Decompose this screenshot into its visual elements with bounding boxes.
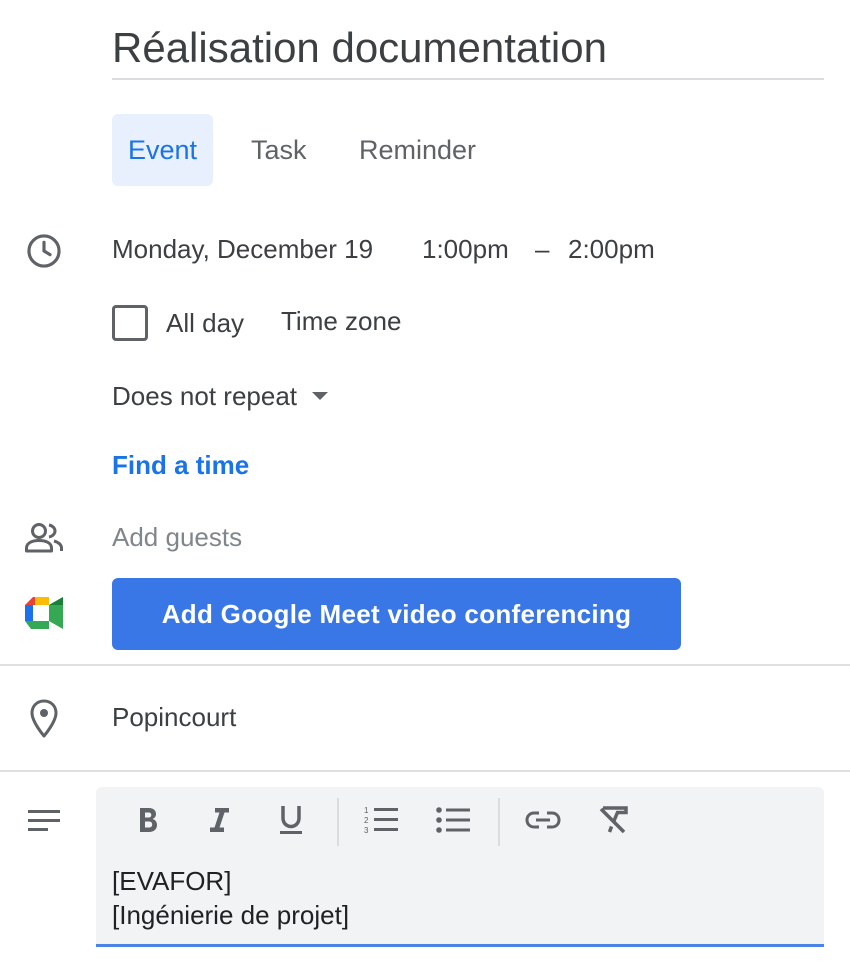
end-time-field[interactable]: 2:00pm [568,234,655,265]
svg-text:1: 1 [364,806,369,815]
toolbar-separator [337,798,339,846]
description-line: [Ingénierie de projet] [112,900,350,930]
bold-icon[interactable] [126,798,170,842]
tab-reminder[interactable]: Reminder [343,114,492,186]
repeat-dropdown[interactable]: Does not repeat [112,376,329,416]
all-day-label: All day [166,308,245,338]
all-day-checkbox[interactable] [112,305,148,341]
start-time-field[interactable]: 1:00pm [422,234,509,265]
google-meet-icon [25,597,63,629]
add-google-meet-button[interactable]: Add Google Meet video conferencing [112,578,681,650]
people-icon [24,522,64,554]
repeat-selected-value: Does not repeat [112,380,298,411]
find-a-time-link[interactable]: Find a time [112,450,249,481]
italic-icon[interactable] [197,798,241,842]
tab-task[interactable]: Task [235,114,323,186]
svg-text:3: 3 [364,826,369,835]
event-title-input[interactable]: Réalisation documentation [112,18,824,80]
toolbar-separator [498,798,500,846]
link-icon[interactable] [521,798,565,842]
time-zone-button[interactable]: Time zone [281,306,401,337]
bulleted-list-icon[interactable] [431,798,475,842]
notes-icon [28,808,62,834]
description-line: [EVAFOR] [112,866,232,896]
clock-icon [25,232,63,270]
numbered-list-icon[interactable]: 1 2 3 [359,798,403,842]
description-text: [EVAFOR] [Ingénierie de projet] [112,864,349,932]
location-pin-icon [30,699,58,739]
underline-icon[interactable] [269,798,313,842]
event-date-field[interactable]: Monday, December 19 [112,234,373,265]
event-editor: Réalisation documentation Event Task Rem… [0,0,850,962]
clear-formatting-icon[interactable] [592,798,636,842]
section-divider [0,664,850,666]
caret-down-icon [311,391,329,401]
time-separator: – [535,234,550,264]
location-field[interactable]: Popincourt [112,702,236,733]
svg-text:2: 2 [364,816,369,825]
add-guests-input[interactable]: Add guests [112,522,242,553]
tab-event[interactable]: Event [112,114,214,186]
section-divider [0,770,850,772]
